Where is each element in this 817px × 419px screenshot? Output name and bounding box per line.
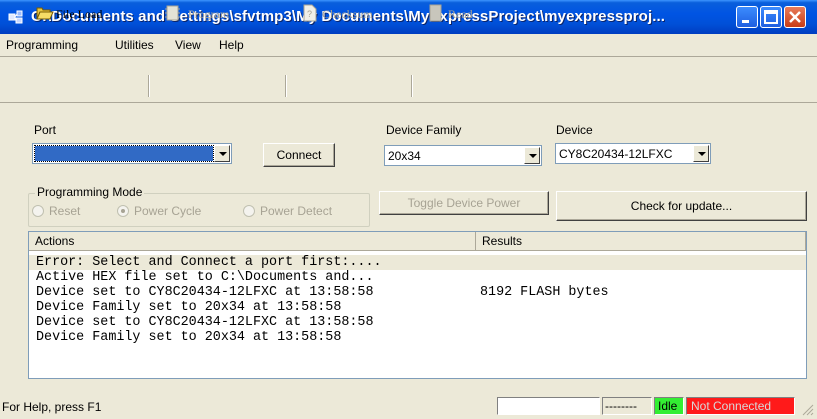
menu-bar: Programming Utilities View Help (0, 36, 817, 54)
mode-power-detect-label: Power Detect (260, 204, 333, 218)
read-button[interactable]: Read (428, 4, 498, 24)
read-label: Read (448, 7, 473, 21)
device-select[interactable]: CY8C20434-12LFXC (555, 143, 711, 164)
program-icon (165, 5, 180, 21)
svg-text:?: ? (307, 9, 312, 19)
resize-grip-icon[interactable] (800, 402, 814, 416)
port-selection-highlight (34, 145, 214, 162)
chevron-down-icon[interactable] (214, 145, 230, 162)
actions-results-list[interactable]: Actions Results Error: Select and Connec… (28, 231, 807, 379)
action-cell: Active HEX file set to C:\Documents and.… (36, 270, 374, 285)
menu-view[interactable]: View (175, 38, 201, 52)
list-body: Error: Select and Connect a port first:.… (29, 255, 806, 345)
status-idle: Idle (654, 397, 684, 415)
device-family-select[interactable]: 20x34 (384, 145, 542, 166)
file-load-label: File Load (56, 7, 103, 21)
radio-icon (32, 205, 44, 217)
action-cell: Device Family set to 20x34 at 13:58:58 (36, 300, 342, 315)
minimize-button[interactable] (736, 6, 758, 28)
device-label: Device (556, 123, 593, 137)
chevron-down-icon[interactable] (693, 145, 709, 162)
action-cell: Error: Select and Connect a port first:.… (36, 255, 382, 270)
programming-mode-label: Programming Mode (35, 185, 145, 199)
menu-help[interactable]: Help (219, 38, 244, 52)
maximize-button[interactable] (760, 6, 782, 28)
table-row[interactable]: Device Family set to 20x34 at 13:58:58 (29, 300, 806, 315)
table-row[interactable]: Device set to CY8C20434-12LFXC at 13:58:… (29, 315, 806, 330)
app-icon (8, 10, 23, 24)
radio-icon (243, 205, 255, 217)
status-help-text: For Help, press F1 (2, 400, 102, 414)
table-row[interactable]: Device Family set to 20x34 at 13:58:58 (29, 330, 806, 345)
read-icon (429, 4, 442, 22)
status-panel-blank (497, 397, 600, 415)
menu-utilities[interactable]: Utilities (115, 38, 154, 52)
toolbar-separator (411, 75, 413, 97)
checksum-button[interactable]: ? Checksum (302, 4, 402, 24)
status-panel-dashes: -------- (602, 397, 652, 415)
table-row[interactable]: Active HEX file set to C:\Documents and.… (29, 270, 806, 285)
port-label: Port (34, 123, 57, 137)
table-row[interactable]: Device set to CY8C20434-12LFXC at 13:58:… (29, 285, 806, 300)
result-cell: 8192 FLASH bytes (480, 285, 609, 300)
toolbar-bottom-border (0, 102, 817, 103)
file-load-button[interactable]: File Load (36, 4, 146, 24)
device-family-label: Device Family (386, 123, 462, 137)
action-cell: Device set to CY8C20434-12LFXC at 13:58:… (36, 315, 374, 330)
checksum-icon: ? (303, 4, 317, 22)
maximize-icon (764, 10, 778, 24)
port-select[interactable] (32, 143, 232, 164)
action-cell: Device set to CY8C20434-12LFXC at 13:58:… (36, 285, 374, 300)
status-connection: Not Connected (686, 397, 795, 415)
minimize-icon (742, 20, 749, 23)
close-icon (789, 11, 801, 23)
program-label: Program (188, 7, 230, 21)
table-row[interactable]: Error: Select and Connect a port first:.… (29, 255, 806, 270)
mode-power-cycle-label: Power Cycle (134, 204, 202, 218)
list-header: Actions Results (29, 232, 806, 251)
toolbar-separator (148, 75, 150, 97)
menu-programming[interactable]: Programming (6, 38, 78, 52)
mode-reset-label: Reset (49, 204, 81, 218)
toggle-device-power-button[interactable]: Toggle Device Power (379, 191, 549, 215)
check-for-update-button[interactable]: Check for update... (556, 191, 807, 221)
folder-open-icon (36, 7, 54, 20)
checksum-label: Checksum (322, 7, 373, 21)
column-header-results[interactable]: Results (476, 232, 806, 251)
device-family-value: 20x34 (388, 149, 421, 163)
radio-icon (117, 205, 129, 217)
chevron-down-icon[interactable] (524, 147, 540, 164)
connect-button[interactable]: Connect (263, 143, 335, 167)
program-button[interactable]: Program (164, 4, 254, 24)
menu-separator (0, 56, 817, 57)
device-value: CY8C20434-12LFXC (559, 147, 673, 161)
close-button[interactable] (784, 6, 806, 28)
action-cell: Device Family set to 20x34 at 13:58:58 (36, 330, 342, 345)
column-header-actions[interactable]: Actions (29, 232, 476, 251)
toolbar-separator (285, 75, 287, 97)
